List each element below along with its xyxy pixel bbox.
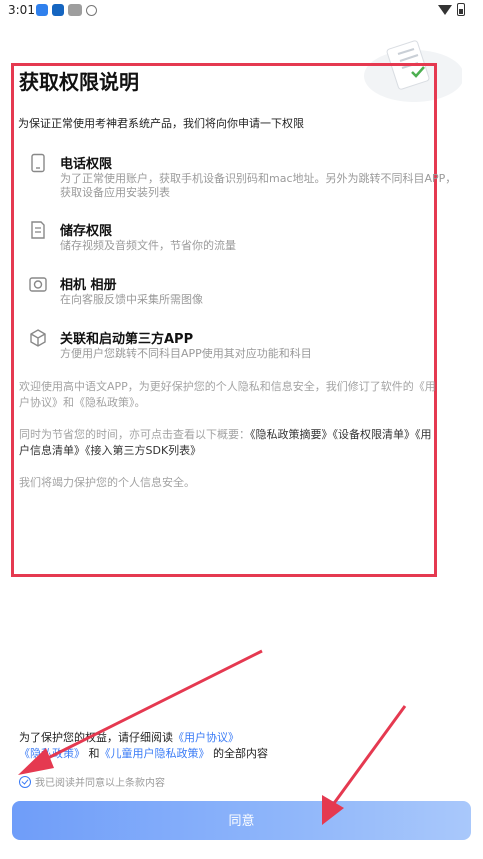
status-time: 3:01 — [8, 3, 35, 17]
permission-title: 相机 相册 — [60, 278, 117, 293]
notification-icons — [36, 4, 97, 16]
wifi-icon — [438, 4, 452, 15]
consent-checkbox[interactable] — [19, 775, 31, 788]
notice-paragraph: 欢迎使用高中语文APP，为更好保护您的个人隐私和信息安全，我们修订了软件的《用户… — [19, 380, 436, 409]
third-party-sdk-list-link[interactable]: 《接入第三方SDK列表》 — [85, 444, 201, 457]
settings-icon — [86, 5, 97, 16]
phone-icon — [31, 153, 45, 173]
summary-paragraph: 同时为节省您的时间，亦可点击查看以下概要：《隐私政策摘要》《设备权限清单》《用户… — [19, 427, 439, 459]
agreement-prefix: 为了保护您的权益，请仔细阅读 — [19, 731, 173, 744]
storage-icon — [31, 221, 45, 239]
status-right — [438, 3, 465, 16]
permission-desc: 方便用户您跳转不同科目APP使用其对应功能和科目 — [60, 347, 312, 360]
permission-title: 储存权限 — [60, 224, 113, 239]
annotation-arrow — [330, 705, 407, 807]
device-permission-list-link[interactable]: 《设备权限清单》 — [333, 428, 416, 441]
agreement-text: 为了保护您的权益，请仔细阅读《用户协议》 《隐私政策》 和《儿童用户隐私政策》 … — [19, 730, 268, 762]
child-privacy-policy-link[interactable]: 《儿童用户隐私政策》 — [100, 747, 210, 760]
permission-desc: 在向客服反馈中采集所需图像 — [60, 293, 203, 306]
consent-checkbox-row[interactable]: 我已阅读并同意以上条款内容 — [19, 774, 165, 789]
intro-text: 为保证正常使用考神君系统产品，我们将向你申请一下权限 — [18, 117, 304, 130]
user-agreement-link[interactable]: 《用户协议》 — [173, 731, 239, 744]
battery-icon — [457, 3, 465, 16]
permission-desc: 为了正常使用账户，获取手机设备识别码和mac地址。另外为跳转不同科目APP， 获… — [60, 172, 457, 199]
app-notification-icon — [52, 4, 64, 16]
cube-icon — [30, 329, 46, 347]
page-title: 获取权限说明 — [19, 70, 139, 94]
permission-title: 关联和启动第三方APP — [60, 332, 194, 347]
permission-title: 电话权限 — [60, 157, 113, 172]
privacy-summary-link[interactable]: 《隐私政策摘要》 — [250, 428, 333, 441]
privacy-policy-link[interactable]: 《隐私政策》 — [19, 747, 85, 760]
consent-label: 我已阅读并同意以上条款内容 — [35, 778, 165, 789]
app-notification-icon — [68, 4, 82, 16]
agreement-suffix: 的全部内容 — [213, 747, 268, 760]
permission-desc: 储存视频及音频文件，节省你的流量 — [60, 239, 236, 252]
camera-icon — [29, 277, 47, 292]
status-bar: 3:01 — [0, 0, 483, 22]
app-notification-icon — [36, 4, 48, 16]
protection-paragraph: 我们将竭力保护您的个人信息安全。 — [19, 476, 195, 489]
summary-prefix: 同时为节省您的时间，亦可点击查看以下概要： — [19, 428, 250, 441]
agree-button[interactable]: 同意 — [12, 801, 471, 840]
highlight-box — [11, 63, 437, 577]
and-text: 和 — [88, 747, 100, 760]
